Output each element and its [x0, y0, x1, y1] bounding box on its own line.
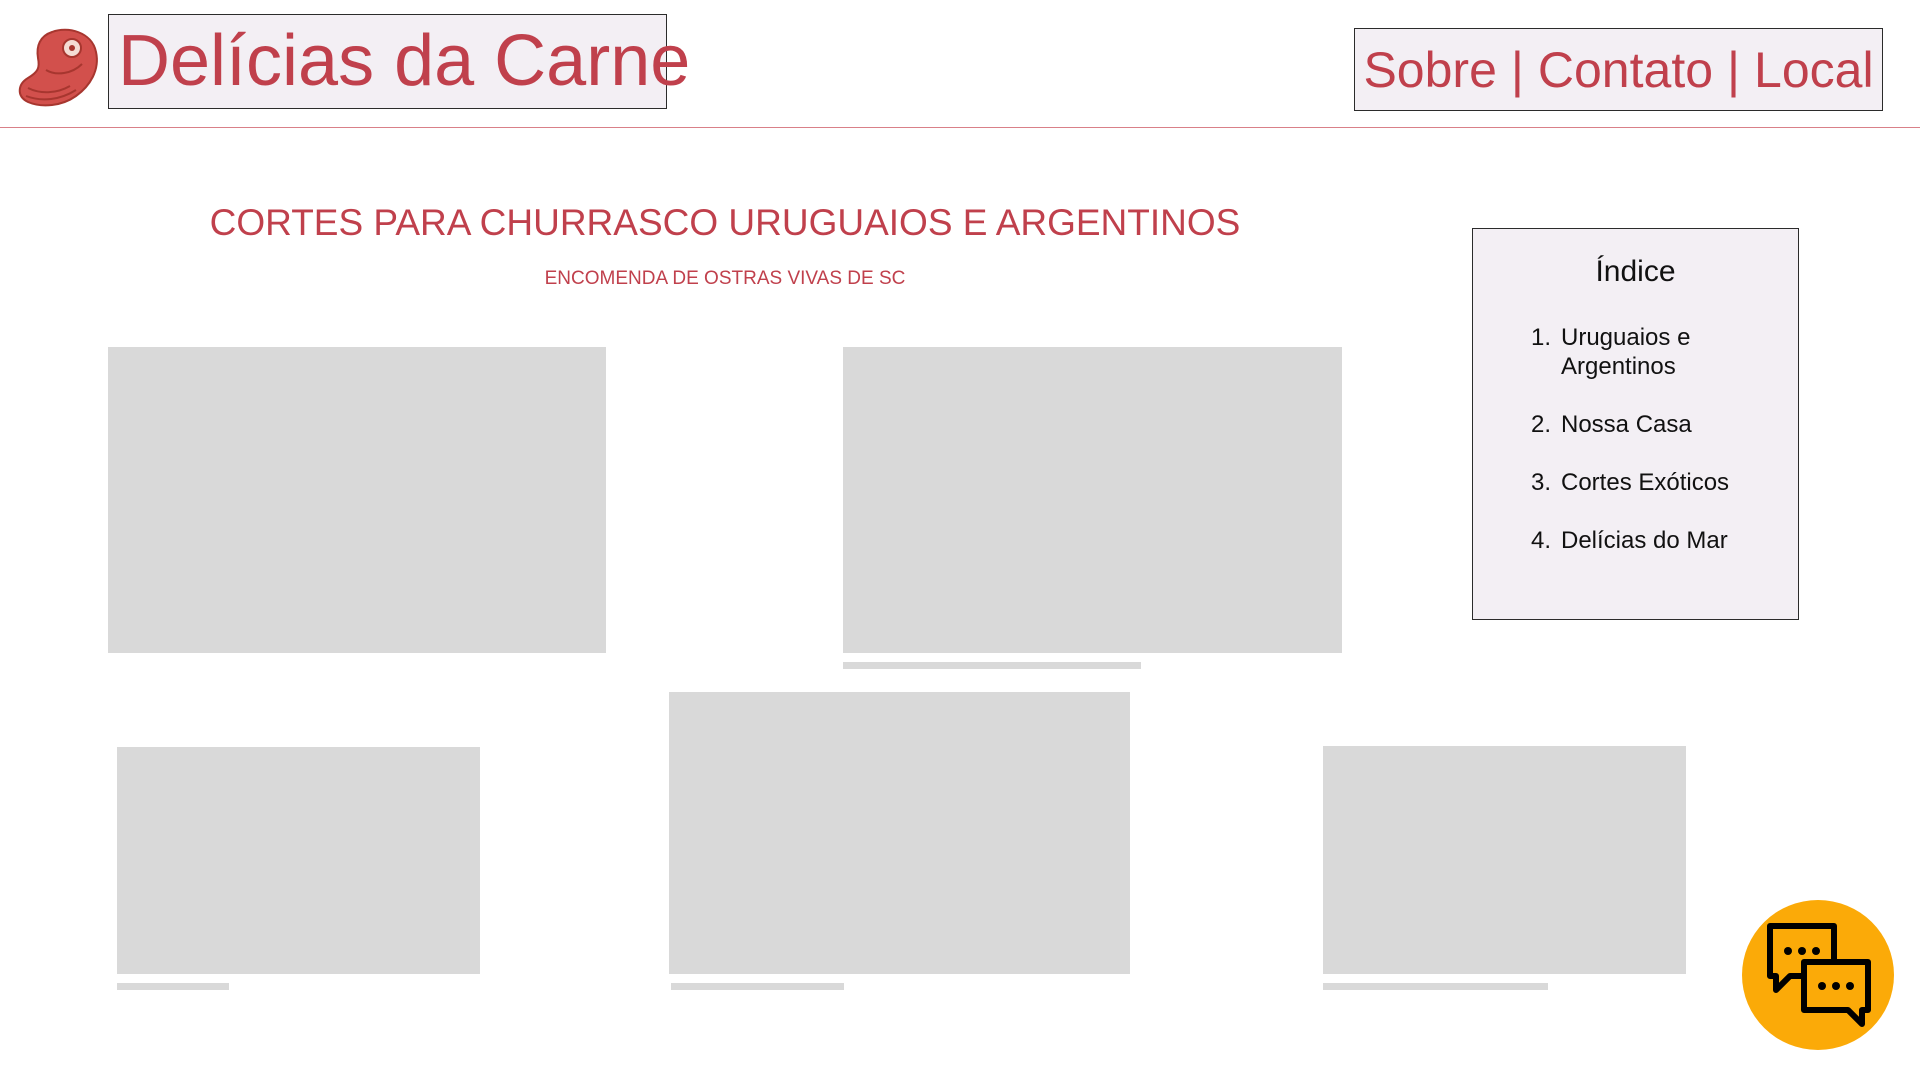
index-item-cortes-exoticos[interactable]: 3. Cortes Exóticos	[1531, 468, 1791, 497]
caption-placeholder	[117, 983, 229, 990]
page-subtitle: ENCOMENDA DE OSTRAS VIVAS DE SC	[544, 268, 906, 289]
nav-link-about[interactable]: Sobre	[1363, 41, 1496, 99]
top-nav: Sobre | Contato | Local	[1354, 28, 1883, 111]
nav-separator: |	[1510, 41, 1524, 98]
index-item-label: Uruguaios e Argentinos	[1561, 323, 1690, 381]
index-item-label: Nossa Casa	[1561, 411, 1692, 438]
index-panel: Índice 1. Uruguaios e Argentinos 2. Noss…	[1472, 228, 1799, 620]
image-placeholder[interactable]	[669, 692, 1130, 974]
header-divider	[0, 127, 1920, 128]
index-list: 1. Uruguaios e Argentinos 2. Nossa Casa …	[1531, 323, 1791, 584]
steak-icon	[18, 28, 98, 107]
image-placeholder[interactable]	[108, 347, 606, 653]
nav-separator: |	[1727, 41, 1741, 98]
index-item-number: 3.	[1531, 469, 1552, 496]
image-placeholder[interactable]	[1323, 746, 1686, 974]
index-item-number: 1.	[1531, 324, 1552, 351]
index-title: Índice	[1595, 255, 1676, 288]
index-item-label-line: Uruguaios e	[1561, 324, 1691, 351]
caption-placeholder	[843, 662, 1141, 669]
index-item-nossa-casa[interactable]: 2. Nossa Casa	[1531, 410, 1791, 439]
image-placeholder[interactable]	[843, 347, 1342, 653]
brand-title[interactable]: Delícias da Carne	[118, 22, 690, 100]
index-item-number: 4.	[1531, 527, 1552, 554]
index-item-delicias-do-mar[interactable]: 4. Delícias do Mar	[1531, 526, 1791, 555]
caption-placeholder	[671, 983, 844, 990]
chat-button[interactable]	[1742, 900, 1894, 1050]
index-item-label: Delícias do Mar	[1561, 527, 1728, 554]
index-item-uruguaios-argentinos[interactable]: 1. Uruguaios e Argentinos	[1531, 323, 1791, 381]
chat-bubbles-icon	[1767, 923, 1871, 1027]
index-item-label: Cortes Exóticos	[1561, 469, 1730, 496]
page-title: CORTES PARA CHURRASCO URUGUAIOS E ARGENT…	[209, 202, 1241, 243]
caption-placeholder	[1323, 983, 1548, 990]
index-item-number: 2.	[1531, 411, 1552, 438]
nav-link-contact[interactable]: Contato	[1538, 41, 1713, 99]
image-placeholder[interactable]	[117, 747, 480, 974]
nav-link-location[interactable]: Local	[1754, 41, 1874, 99]
index-item-label-line: Argentinos	[1561, 353, 1676, 380]
